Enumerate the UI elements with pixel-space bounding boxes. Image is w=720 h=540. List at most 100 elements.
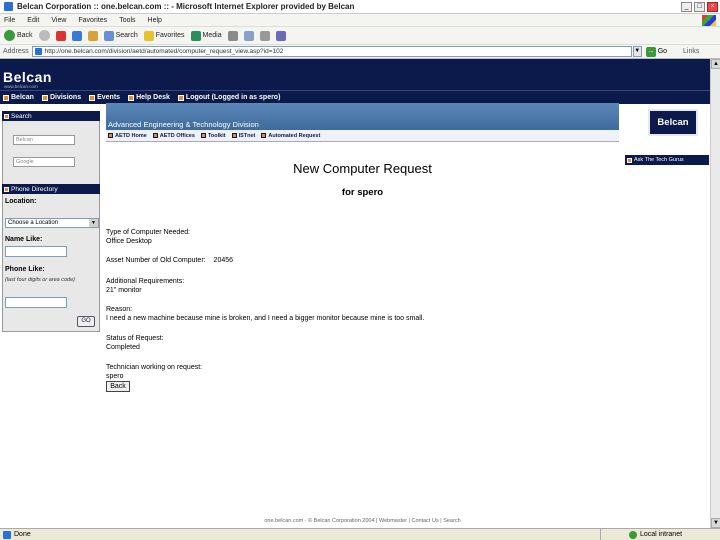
- status-label: Status of Request:: [106, 335, 164, 342]
- search-panel-title: Search: [11, 112, 32, 120]
- go-label: Go: [657, 48, 668, 55]
- asset-value: 20456: [213, 257, 234, 264]
- belcan-badge[interactable]: Belcan: [648, 109, 698, 136]
- nav-belcan[interactable]: Belcan: [3, 94, 34, 101]
- bullet-icon: [41, 94, 48, 101]
- favorites-button[interactable]: Favorites: [143, 30, 185, 41]
- home-button[interactable]: [87, 30, 98, 41]
- menu-tools[interactable]: Tools: [119, 17, 135, 24]
- window-controls: _ □ ×: [681, 2, 718, 12]
- ask-tech-gurus-link[interactable]: Ask The Tech Gurus: [625, 155, 709, 165]
- tab-label: ISTnet: [238, 132, 256, 139]
- menu-file[interactable]: File: [4, 17, 15, 24]
- reason-label: Reason:: [106, 306, 133, 313]
- maximize-button[interactable]: □: [694, 2, 705, 12]
- back-button[interactable]: Back: [4, 30, 33, 41]
- phone-like-label: Phone Like:: [5, 266, 45, 273]
- tab-label: Toolkit: [207, 132, 226, 139]
- bullet-icon: [3, 94, 9, 101]
- refresh-icon: [71, 30, 82, 41]
- scroll-up-icon[interactable]: ▲: [711, 59, 720, 69]
- tab-aetd-home[interactable]: AETD Home: [108, 133, 147, 139]
- search-button[interactable]: Search: [103, 30, 138, 41]
- nav-divisions[interactable]: Divisions: [41, 94, 82, 101]
- name-like-label: Name Like:: [5, 236, 43, 243]
- url-field[interactable]: http://one.belcan.com/division/aetd/auto…: [31, 46, 632, 57]
- search-panel-header: Search: [2, 111, 100, 121]
- name-like-input[interactable]: [5, 246, 67, 257]
- nav-events[interactable]: Events: [89, 94, 120, 101]
- print-button[interactable]: [259, 30, 270, 41]
- location-select[interactable]: Choose a Location ▼: [5, 218, 99, 228]
- search-panel: Search Belcan Google: [2, 111, 100, 189]
- media-icon: [190, 30, 201, 41]
- bullet-icon: [177, 94, 184, 101]
- directory-go-button[interactable]: GO: [77, 316, 95, 327]
- back-arrow-icon: [4, 30, 15, 41]
- page-subtitle: for spero: [341, 187, 384, 198]
- media-button[interactable]: Media: [190, 30, 222, 41]
- mail-button[interactable]: [243, 30, 254, 41]
- status-done: Done: [0, 530, 600, 539]
- links-button[interactable]: Links: [683, 48, 699, 55]
- favorites-label: Favorites: [155, 32, 185, 39]
- tab-automated-request[interactable]: Automated Request: [261, 133, 320, 139]
- window-title: Belcan Corporation :: one.belcan.com :: …: [17, 2, 355, 11]
- history-button[interactable]: [227, 30, 238, 41]
- status-text: Done: [14, 531, 31, 538]
- type-value: Office Desktop: [106, 238, 152, 245]
- ask-label: Ask The Tech Gurus: [634, 157, 684, 163]
- forward-button[interactable]: [38, 30, 50, 41]
- belcan-logo[interactable]: Belcan: [3, 69, 52, 85]
- tab-istnet[interactable]: ISTnet: [231, 132, 256, 139]
- nav-label: Events: [97, 94, 121, 101]
- type-label: Type of Computer Needed:: [106, 229, 191, 236]
- menu-help[interactable]: Help: [148, 17, 162, 24]
- home-icon: [87, 30, 98, 41]
- tab-toolkit[interactable]: Toolkit: [200, 132, 226, 139]
- division-banner: Advanced Engineering & Technology Divisi…: [106, 103, 619, 130]
- nav-label: Divisions: [49, 94, 82, 101]
- menu-view[interactable]: View: [51, 17, 66, 24]
- go-button[interactable]: → Go: [645, 46, 668, 57]
- location-label: Location:: [5, 198, 37, 205]
- stop-button[interactable]: [55, 30, 66, 41]
- menu-favorites[interactable]: Favorites: [78, 17, 107, 24]
- tab-aetd-offices[interactable]: AETD Offices: [152, 133, 195, 139]
- back-page-button[interactable]: Back: [106, 381, 130, 392]
- close-button[interactable]: ×: [707, 2, 718, 12]
- phone-like-input[interactable]: [5, 297, 67, 308]
- zone-text: Local intranet: [640, 531, 683, 538]
- bullet-icon: [627, 157, 632, 163]
- minimize-button[interactable]: _: [681, 2, 692, 12]
- page-title: New Computer Request: [293, 161, 432, 176]
- refresh-button[interactable]: [71, 30, 82, 41]
- nav-help-desk[interactable]: Help Desk: [128, 94, 170, 101]
- technician-label: Technician working on request:: [106, 364, 203, 371]
- search-icon: [103, 30, 114, 41]
- scroll-down-icon[interactable]: ▼: [711, 518, 720, 528]
- nav-label: Help Desk: [136, 94, 170, 101]
- url-dropdown-button[interactable]: ▼: [632, 46, 642, 57]
- phone-directory-title: Phone Directory: [11, 185, 58, 193]
- browser-toolbar: Back Search Favorites Media: [0, 27, 720, 45]
- belcan-search-input[interactable]: Belcan: [13, 135, 75, 145]
- nav-logout[interactable]: Logout (Logged in as spero): [177, 94, 280, 101]
- edit-button[interactable]: [275, 30, 286, 41]
- bullet-icon: [152, 133, 158, 138]
- internet-explorer-icon: [4, 2, 13, 11]
- asset-label-text: Asset Number of Old Computer:: [106, 257, 206, 264]
- division-title: Advanced Engineering & Technology Divisi…: [108, 120, 259, 129]
- star-icon: [143, 30, 154, 41]
- window-titlebar: Belcan Corporation :: one.belcan.com :: …: [0, 0, 720, 14]
- intranet-icon: [629, 530, 637, 539]
- phone-directory-body: Location: Choose a Location ▼ Name Like:…: [2, 194, 100, 332]
- forward-arrow-icon: [38, 30, 50, 41]
- google-search-input[interactable]: Google: [13, 157, 75, 167]
- bullet-icon: [200, 133, 206, 138]
- address-bar: Address http://one.belcan.com/division/a…: [0, 45, 720, 59]
- menu-edit[interactable]: Edit: [27, 17, 39, 24]
- tab-label: AETD Home: [115, 132, 147, 139]
- vertical-scrollbar[interactable]: ▲ ▼: [710, 59, 720, 528]
- search-label: Search: [115, 32, 138, 39]
